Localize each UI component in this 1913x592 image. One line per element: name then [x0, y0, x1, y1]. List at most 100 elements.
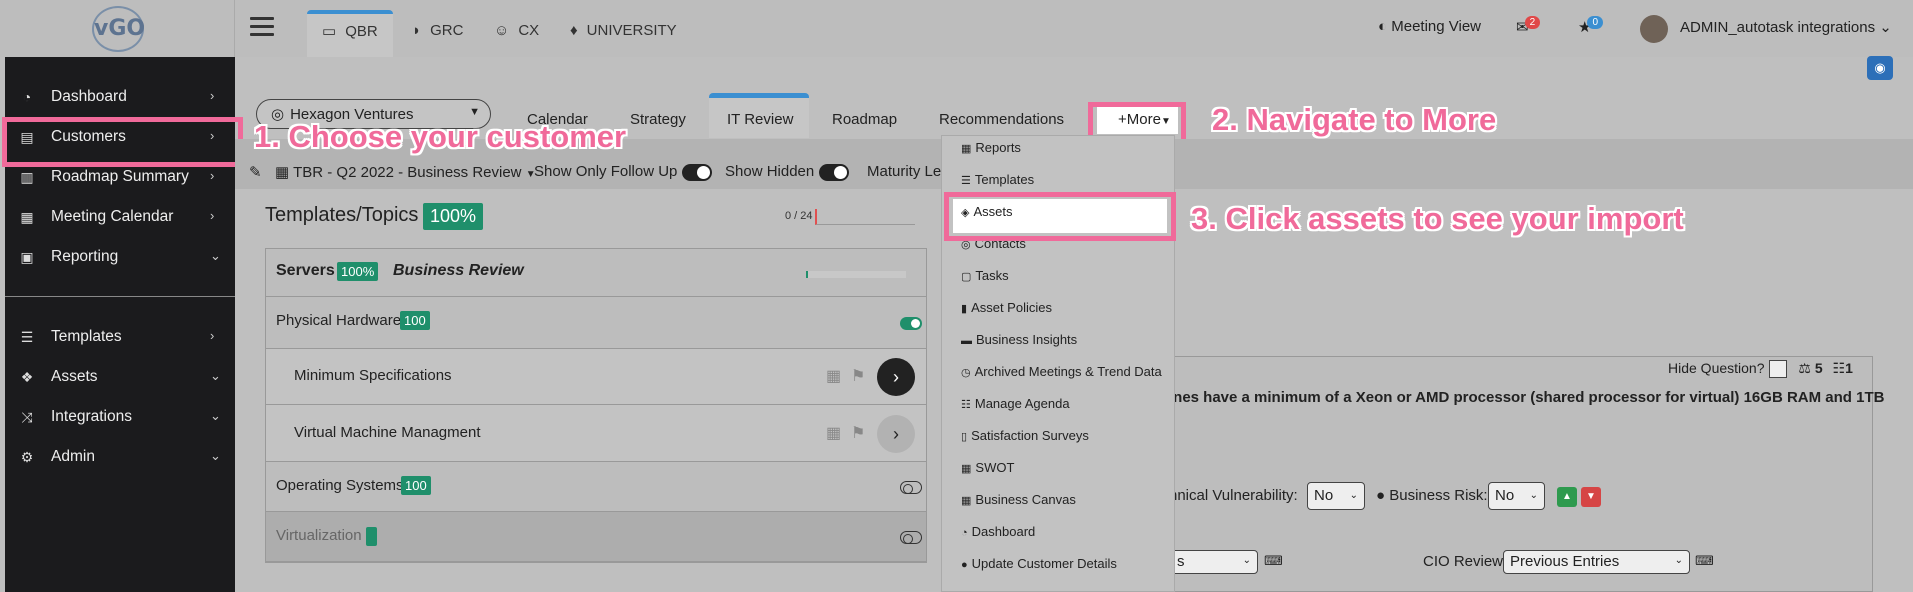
row-label: Minimum Specifications [294, 367, 452, 384]
menu-item-label: Satisfaction Surveys [971, 428, 1089, 443]
flag-icon[interactable]: ⚑ [851, 369, 871, 385]
chevron-right-icon[interactable]: › [877, 415, 915, 453]
mail-button[interactable]: ✉2 [1516, 16, 1544, 36]
sidebar-item-assets[interactable]: ❖ Assets ⌄ [0, 359, 235, 395]
sidebar-item-admin[interactable]: ⚙ Admin ⌄ [0, 439, 235, 475]
tab-label: CX [518, 22, 540, 39]
menu-item-update-customer-details[interactable]: ● Update Customer Details [961, 556, 1117, 571]
thermometer-icon: ▯ [961, 431, 968, 443]
menu-item-reports[interactable]: ▦ Reports [961, 140, 1021, 155]
mail-count-badge: 2 [1524, 16, 1541, 29]
newspaper-icon: ▣ [20, 249, 34, 265]
tab-roadmap[interactable]: Roadmap [832, 111, 897, 128]
tab-recommendations[interactable]: Recommendations [939, 111, 1064, 128]
chevron-down-icon: ⌄ [210, 408, 221, 423]
meeting-select[interactable]: ▦ TBR - Q2 2022 - Business Review ▼ [275, 163, 536, 181]
avatar[interactable] [1640, 15, 1668, 43]
chevron-down-icon: ⌄ [1529, 490, 1538, 501]
cio-review-select[interactable]: Previous Entries ⌄ [1503, 550, 1690, 574]
annotation-step-2: 2. Navigate to More [1212, 102, 1497, 137]
meeting-view-toggle[interactable]: ◐ Meeting View [1378, 18, 1481, 35]
flag-icon[interactable]: ⚑ [851, 426, 871, 442]
chevron-right-icon: › [210, 328, 215, 343]
toggle-switch [819, 163, 850, 181]
tab-it-review[interactable]: IT Review [727, 111, 793, 128]
entries-select[interactable]: s ⌄ [1170, 550, 1258, 574]
tab-label: QBR [345, 23, 378, 40]
menu-item-archived-meetings[interactable]: ◷ Archived Meetings & Trend Data [961, 364, 1162, 379]
sidebar-item-reporting[interactable]: ▣ Reporting ⌄ [0, 239, 235, 275]
list-item[interactable]: Operating Systems 100 [266, 462, 926, 512]
progress-counter: 0 / 24 [785, 210, 813, 222]
select-value: s [1177, 553, 1185, 570]
progress-bar [815, 209, 915, 225]
list-item[interactable]: Virtual Machine Managment ▦ ⚑ › [266, 405, 926, 462]
list-item[interactable]: Virtualization [266, 512, 926, 562]
show-hidden-toggle[interactable]: Show Hidden [725, 163, 850, 181]
section-name: Servers [276, 262, 335, 279]
menu-item-tasks[interactable]: ▢ Tasks [961, 268, 1009, 283]
calendar-icon: ▦ [20, 209, 34, 225]
grid-icon[interactable]: ▦ [826, 369, 846, 385]
favorites-button[interactable]: ★0 [1578, 16, 1607, 36]
menu-item-satisfaction-surveys[interactable]: ▯ Satisfaction Surveys [961, 428, 1089, 443]
arrow-up-button[interactable]: ▲ [1557, 487, 1577, 507]
menu-item-label: Update Customer Details [971, 556, 1117, 571]
toggle-switch[interactable] [900, 317, 922, 330]
sidebar-item-integrations[interactable]: ⤨ Integrations ⌄ [0, 399, 235, 435]
list-item[interactable]: Physical Hardware 100 [266, 297, 926, 349]
hide-question-checkbox[interactable] [1768, 360, 1787, 379]
sidebar-item-templates[interactable]: ☰ Templates › [0, 319, 235, 355]
chevron-right-icon[interactable]: › [877, 358, 915, 396]
toggle-icon: ◐ [1378, 18, 1388, 35]
toggle-switch[interactable] [900, 531, 922, 544]
section-pct-badge: 100% [337, 262, 379, 281]
menu-item-label: Dashboard [971, 524, 1036, 539]
follow-up-toggle[interactable]: Show Only Follow Up [534, 163, 713, 181]
arrow-down-button[interactable]: ▼ [1581, 487, 1601, 507]
menu-item-business-canvas[interactable]: ▦ Business Canvas [961, 492, 1076, 507]
edit-icon[interactable]: ✎ [249, 163, 262, 181]
score-badge: 100 [400, 311, 430, 330]
smile-icon: ☺ [494, 22, 510, 39]
grid-icon[interactable]: ▦ [826, 426, 846, 442]
technical-vulnerability-select[interactable]: No ⌄ [1307, 482, 1365, 510]
sidebar-item-meeting-calendar[interactable]: ▦ Meeting Calendar › [0, 199, 235, 235]
tab-strategy[interactable]: Strategy [630, 111, 686, 128]
user-menu[interactable]: ADMIN_autotask integrations ⌄ [1680, 18, 1892, 36]
gauge-icon: ◔ [961, 527, 968, 539]
sidebar-item-dashboard[interactable]: ◔ Dashboard › [0, 79, 235, 115]
hide-question-control[interactable]: Hide Question? ⚖ 5 ☷1 [1668, 360, 1853, 379]
menu-item-swot[interactable]: ▦ SWOT [961, 460, 1014, 475]
screen-share-icon[interactable]: ◉ [1867, 56, 1893, 80]
menu-item-asset-policies[interactable]: ▮ Asset Policies [961, 300, 1052, 315]
menu-item-label: Reports [975, 140, 1021, 155]
user-name: ADMIN_autotask integrations [1680, 19, 1876, 36]
cubes-icon: ❖ [20, 369, 34, 385]
menu-item-templates[interactable]: ☰ Templates [961, 172, 1034, 187]
app-logo[interactable]: vGO [92, 6, 145, 52]
shield-icon: ◗ [412, 22, 422, 39]
tab-grc[interactable]: ◗ GRC [412, 22, 463, 39]
sidebar-divider [5, 296, 235, 297]
chevron-down-icon: ⌄ [1674, 555, 1683, 566]
sidebar-item-label: Roadmap Summary [51, 168, 189, 185]
tab-cx[interactable]: ☺ CX [494, 22, 539, 39]
hamburger-menu-icon[interactable] [250, 17, 274, 37]
toggle-switch[interactable] [900, 481, 922, 494]
car-icon: ▬ [961, 335, 972, 347]
menu-item-business-insights[interactable]: ▬ Business Insights [961, 332, 1077, 347]
menu-item-dashboard[interactable]: ◔ Dashboard [961, 524, 1035, 539]
section-header[interactable]: Servers 100% Business Review [266, 249, 926, 297]
clock-icon: ◷ [961, 367, 971, 379]
tab-university[interactable]: ♦ UNIVERSITY [570, 22, 677, 39]
list-item[interactable]: Minimum Specifications ▦ ⚑ › [266, 349, 926, 405]
map-icon: ▥ [20, 169, 34, 185]
calendar-icon: ▦ [275, 164, 290, 181]
business-risk-select[interactable]: No ⌄ [1488, 482, 1545, 510]
keyboard-icon[interactable]: ⌨ [1264, 553, 1283, 569]
menu-item-manage-agenda[interactable]: ☷ Manage Agenda [961, 396, 1070, 411]
keyboard-icon[interactable]: ⌨ [1695, 553, 1714, 569]
tab-qbr[interactable]: ▭ QBR [322, 22, 378, 40]
gears-icon: ⚙ [20, 449, 34, 465]
